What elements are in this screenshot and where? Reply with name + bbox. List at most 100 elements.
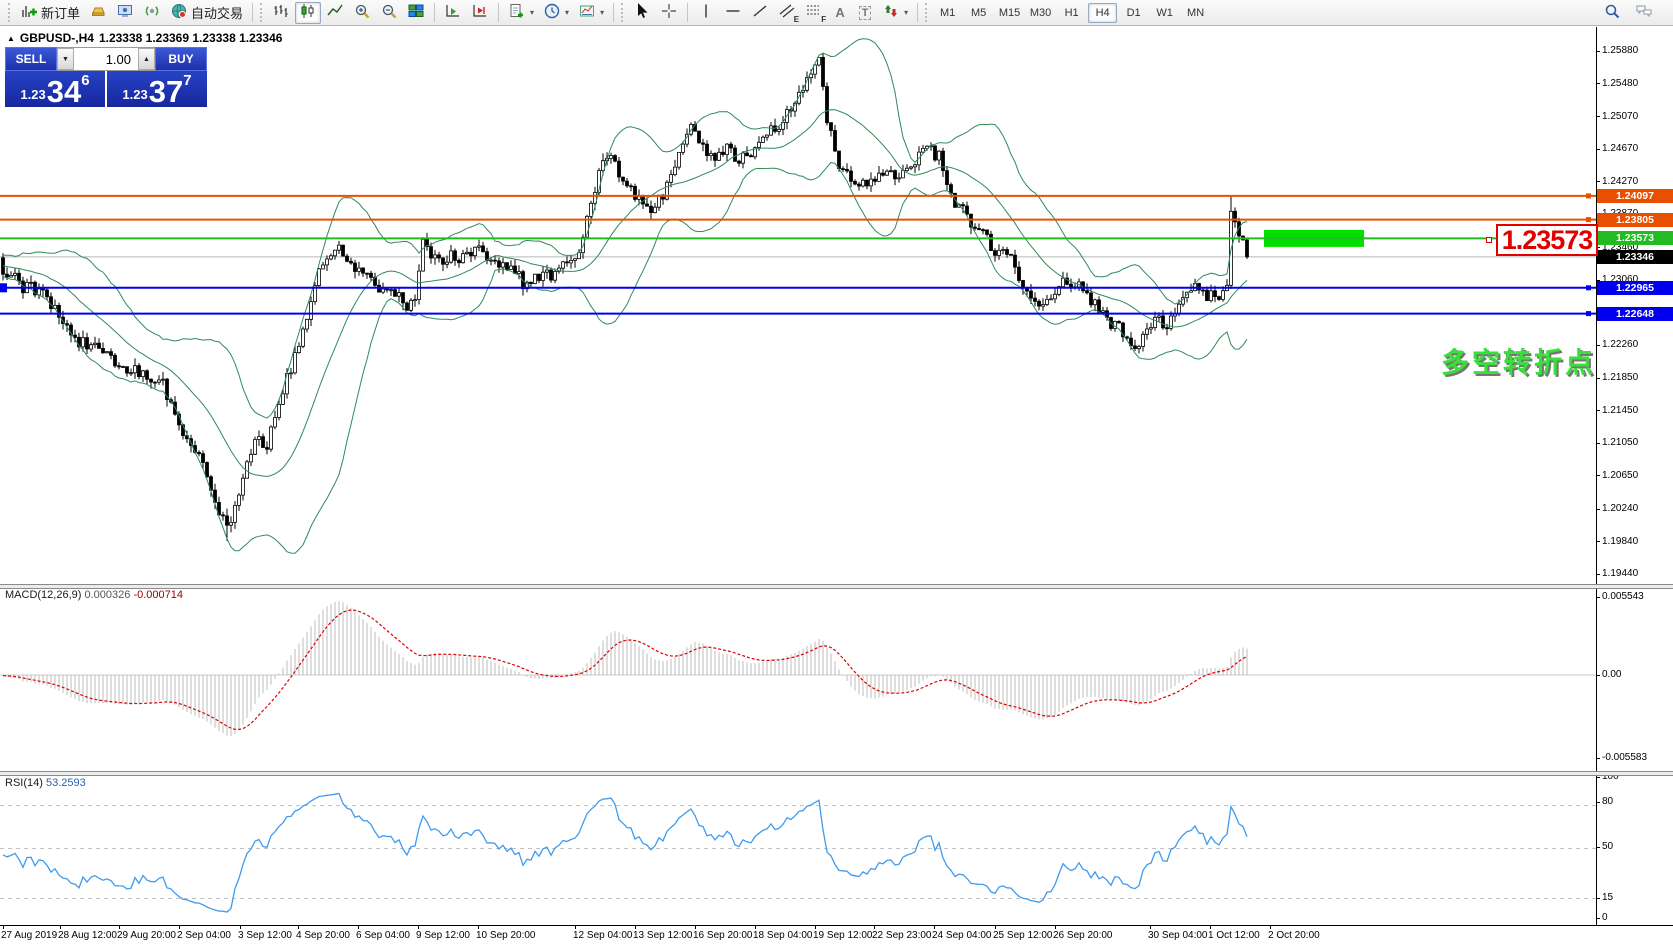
auto-scroll-button[interactable] (440, 2, 466, 24)
toolbar-grip[interactable] (925, 3, 928, 22)
timeframe-m1[interactable]: M1 (933, 3, 962, 23)
autotrade-button[interactable]: 自动交易 (166, 2, 247, 24)
new-order-button[interactable]: 新订单 (16, 2, 84, 24)
rsi-panel-surface[interactable] (0, 776, 1596, 925)
rsi-scale-label: 15 (1602, 892, 1614, 903)
time-axis-label: 6 Sep 04:00 (356, 930, 410, 941)
main-chart-surface[interactable] (0, 27, 1596, 584)
zoom-out-button[interactable] (376, 2, 402, 24)
clock-icon (543, 2, 561, 23)
hline-axis-handle (1586, 217, 1591, 223)
timeframe-d1[interactable]: D1 (1119, 3, 1148, 23)
timeframe-h4[interactable]: H4 (1088, 2, 1118, 23)
buy-button[interactable]: BUY (155, 47, 207, 71)
macd-panel-surface[interactable] (0, 589, 1596, 771)
chart-shift-button[interactable] (467, 2, 493, 24)
price-tag-support: 1.22648 (1597, 306, 1673, 321)
line-chart-button[interactable] (322, 2, 348, 24)
chart-frame-bottom (0, 925, 1673, 926)
timeframe-w1[interactable]: W1 (1150, 3, 1179, 23)
timeframe-m30[interactable]: M30 (1026, 3, 1055, 23)
time-axis-tick (3, 925, 4, 929)
toolbar-right-group (1599, 2, 1667, 24)
volume-value[interactable]: 1.00 (74, 48, 138, 70)
time-axis-tick (240, 925, 241, 929)
text-label-button[interactable]: T (853, 2, 877, 24)
zoom-in-button[interactable] (349, 2, 375, 24)
price-axis-tick (1596, 116, 1600, 118)
time-axis-label: 18 Sep 04:00 (753, 930, 813, 941)
fibonacci-button[interactable]: F (801, 2, 827, 24)
autotrade-label: 自动交易 (191, 6, 244, 21)
vertical-line-button[interactable] (693, 2, 719, 24)
toolbar-grip[interactable] (621, 3, 624, 22)
timeframe-m15[interactable]: M15 (995, 3, 1024, 23)
rsi-scale-label: 0 (1602, 912, 1608, 923)
crosshair-button[interactable] (656, 2, 682, 24)
timeframe-m5[interactable]: M5 (964, 3, 993, 23)
price-tag-bid: 1.23346 (1597, 249, 1673, 264)
candle-wicks (2, 53, 1248, 541)
sell-button[interactable]: SELL (5, 47, 57, 71)
time-axis-tick (934, 925, 935, 929)
cursor-button[interactable] (629, 2, 655, 24)
price-axis-tick-label: 1.21850 (1602, 372, 1639, 384)
bear-candles (1, 57, 1249, 526)
volume-decrease-button[interactable]: ▼ (57, 48, 74, 70)
bar-chart-icon (272, 2, 290, 23)
sell-price-pip: 6 (81, 72, 90, 89)
panel-divider[interactable] (0, 584, 1673, 589)
buy-price-quote[interactable]: 1.23 37 7 (107, 71, 207, 107)
signal-button[interactable] (139, 2, 165, 24)
price-axis-tick (1596, 541, 1600, 543)
rsi-scale-tick (1596, 801, 1600, 803)
data-window-button[interactable] (112, 2, 138, 24)
price-callout-box[interactable]: 1.23573 (1496, 224, 1598, 256)
price-tag-support: 1.22965 (1597, 280, 1673, 295)
search-button[interactable] (1599, 2, 1625, 24)
text-tool-button[interactable]: A (828, 2, 852, 24)
volume-increase-button[interactable]: ▲ (138, 48, 155, 70)
price-axis-tick (1596, 410, 1600, 412)
chat-button[interactable] (1631, 2, 1657, 24)
bull-candles (9, 57, 1233, 526)
rsi-scale-label: 80 (1602, 796, 1614, 807)
price-axis-tick (1596, 508, 1600, 510)
toolbar-grip[interactable] (260, 3, 263, 22)
arrows-button[interactable]: ▾ (878, 2, 912, 24)
toolbar-grip[interactable] (8, 3, 11, 22)
time-axis-label: 2 Oct 20:00 (1268, 930, 1320, 941)
trendline-button[interactable] (747, 2, 773, 24)
bar-chart-button[interactable] (268, 2, 294, 24)
toolbar-separator (434, 3, 436, 22)
indicators-button[interactable]: ▾ (504, 2, 538, 24)
price-axis-tick-label: 1.21050 (1602, 437, 1639, 449)
price-axis-tick-label: 1.25070 (1602, 110, 1639, 122)
annotation-text[interactable]: 多空转折点 (1441, 341, 1596, 381)
sell-price-quote[interactable]: 1.23 34 6 (5, 71, 105, 107)
arrows-icon (882, 2, 900, 23)
price-axis-tick (1596, 377, 1600, 379)
horizontal-line-button[interactable] (720, 2, 746, 24)
timeframe-mn[interactable]: MN (1181, 3, 1210, 23)
equidistant-channel-button[interactable]: E (774, 2, 800, 24)
macd-scale-tick (1596, 674, 1600, 676)
text-tool-icon: A (835, 5, 845, 20)
chat-bubbles-icon (1635, 2, 1653, 23)
period-button[interactable]: ▾ (539, 2, 573, 24)
panel-divider[interactable] (0, 771, 1673, 776)
tile-windows-button[interactable] (403, 2, 429, 24)
hline-handle[interactable] (1486, 237, 1492, 243)
price-axis-tick-label: 1.21450 (1602, 404, 1639, 416)
sell-price-prefix: 1.23 (20, 87, 46, 102)
chart-shift-icon (471, 2, 489, 23)
timeframe-h1[interactable]: H1 (1057, 3, 1086, 23)
time-axis-tick (179, 925, 180, 929)
market-watch-button[interactable] (85, 2, 111, 24)
candlestick-chart-button[interactable] (295, 1, 322, 24)
time-axis-tick (1055, 925, 1056, 929)
crosshair-icon (660, 2, 678, 23)
template-button[interactable]: ▾ (574, 2, 608, 24)
hline-axis-handle (1586, 311, 1591, 317)
rsi-line (2, 792, 1248, 913)
